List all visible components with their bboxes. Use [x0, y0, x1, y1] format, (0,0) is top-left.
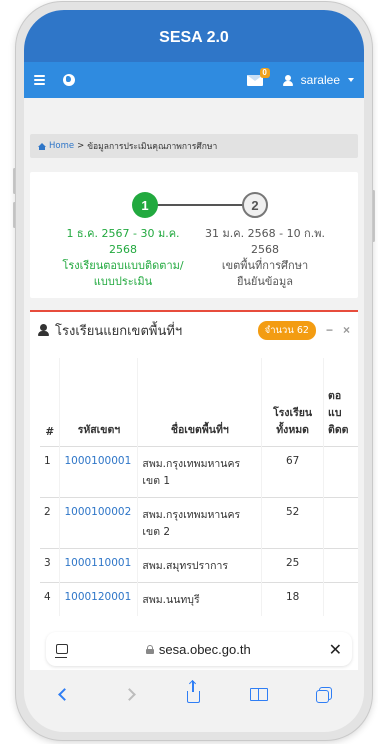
breadcrumb-current: ข้อมูลการประเมินคุณภาพการศึกษา	[87, 142, 218, 152]
step-1-date-line2: 2568	[109, 243, 137, 256]
area-code-link[interactable]: 1000120001	[59, 581, 139, 616]
tabs-icon	[316, 686, 333, 703]
area-code-link[interactable]: 1000100001	[59, 445, 139, 497]
col-header-total: โรงเรียน ทั้งหมด	[261, 358, 325, 446]
share-button[interactable]	[181, 681, 207, 707]
phone-frame: SESA 2.0 0 saralee Home > ข้อมูลการประเม…	[16, 2, 372, 740]
col-header-total-l1: โรงเรียน	[273, 406, 313, 419]
school-table: # รหัสเขตฯ ชื่อเขตพื้นที่ฯ โรงเรียน ทั้ง…	[40, 358, 358, 616]
user-menu[interactable]: saralee	[282, 73, 354, 87]
collapse-button[interactable]: −	[326, 323, 333, 337]
table-row: 2 1000100002 สพม.กรุงเทพมหานคร เขต 2 52	[40, 496, 358, 548]
chevron-down-icon	[348, 78, 354, 82]
power-button	[372, 190, 375, 242]
browser-address-bar[interactable]: sesa.obec.go.th ✕	[46, 632, 352, 666]
col-header-num: #	[40, 358, 61, 446]
globe-icon[interactable]	[63, 74, 75, 86]
tabs-button[interactable]	[311, 681, 337, 707]
col-header-answered-l3: ติดต	[328, 423, 349, 436]
menu-icon[interactable]	[34, 75, 45, 85]
step-1-desc-line1: โรงเรียนตอบแบบติดตาม/	[62, 259, 184, 272]
chevron-right-icon	[122, 687, 136, 701]
count-badge: จำนวน 62	[257, 320, 316, 340]
step-2-text: 31 ม.ค. 2568 - 10 ก.พ. 2568 เขตพื้นที่กา…	[200, 226, 330, 290]
col-header-name: ชื่อเขตพื้นที่ฯ	[137, 358, 263, 446]
breadcrumb-separator: >	[77, 141, 85, 151]
url-display[interactable]: sesa.obec.go.th	[68, 642, 329, 657]
user-icon	[282, 74, 293, 86]
row-num: 3	[40, 547, 61, 582]
col-header-answered: ตอ แบ ติดต	[323, 358, 358, 446]
browser-toolbar	[24, 674, 364, 714]
step-1-date-line1: 1 ธ.ค. 2567 - 30 ม.ค.	[66, 227, 180, 240]
breadcrumb-home-link[interactable]: Home	[38, 141, 74, 151]
step-2-circle[interactable]: 2	[242, 192, 268, 218]
app-title-bar: SESA 2.0	[24, 10, 364, 62]
page-settings-icon[interactable]	[55, 644, 68, 658]
forward-button[interactable]	[116, 681, 142, 707]
area-code-link[interactable]: 1000110001	[59, 547, 139, 582]
step-1-circle[interactable]: 1	[132, 192, 158, 218]
answered-cell	[323, 581, 358, 616]
school-total: 52	[261, 496, 325, 548]
area-name: สพม.กรุงเทพมหานคร เขต 1	[137, 445, 263, 497]
row-num: 1	[40, 445, 61, 497]
url-text: sesa.obec.go.th	[158, 641, 251, 657]
table-row: 3 1000110001 สพม.สมุทรปราการ 25	[40, 547, 358, 582]
school-by-area-card: โรงเรียนแยกเขตพื้นที่ฯ จำนวน 62 − × # รห…	[30, 310, 358, 670]
top-navbar: 0 saralee	[24, 62, 364, 98]
breadcrumb: Home > ข้อมูลการประเมินคุณภาพการศึกษา	[30, 134, 358, 158]
step-2-desc-line2: ยืนยันข้อมูล	[236, 275, 294, 288]
answered-cell	[323, 547, 358, 582]
step-2-desc-line1: เขตพื้นที่การศึกษา	[221, 259, 309, 272]
username: saralee	[300, 73, 340, 87]
card-title: โรงเรียนแยกเขตพื้นที่ฯ	[55, 323, 183, 339]
card-header: โรงเรียนแยกเขตพื้นที่ฯ จำนวน 62 − ×	[30, 312, 358, 348]
mail-icon[interactable]: 0	[246, 67, 270, 86]
chevron-left-icon	[58, 687, 71, 701]
col-header-total-l2: ทั้งหมด	[276, 423, 309, 436]
area-name-line2: เขต 1	[142, 474, 171, 487]
share-icon	[187, 681, 201, 703]
user-icon	[38, 324, 49, 336]
lock-icon	[145, 644, 154, 654]
area-name-line1: สพม.กรุงเทพมหานคร	[142, 457, 241, 470]
area-name: สพม.กรุงเทพมหานคร เขต 2	[137, 496, 263, 548]
col-header-answered-l2: แบ	[328, 406, 342, 419]
app-title: SESA 2.0	[159, 29, 229, 46]
phone-screen: SESA 2.0 0 saralee Home > ข้อมูลการประเม…	[24, 10, 364, 732]
close-icon[interactable]: ✕	[329, 640, 342, 659]
answered-cell	[323, 445, 358, 497]
row-num: 4	[40, 581, 61, 616]
school-table-container[interactable]: # รหัสเขตฯ ชื่อเขตพื้นที่ฯ โรงเรียน ทั้ง…	[40, 358, 358, 616]
step-1-desc-line2: แบบประเมิน	[93, 275, 153, 288]
mail-count-badge: 0	[259, 67, 270, 78]
step-2-date-line1: 31 ม.ค. 2568 - 10 ก.พ.	[205, 227, 325, 240]
school-total: 18	[261, 581, 325, 616]
book-icon	[249, 687, 268, 701]
progress-stepper: 1 2 1 ธ.ค. 2567 - 30 ม.ค. 2568 โรงเรียนต…	[30, 172, 358, 298]
school-total: 67	[261, 445, 325, 497]
area-name-line2: เขต 2	[142, 525, 171, 538]
stepper-connector	[145, 204, 255, 206]
home-icon	[38, 142, 46, 150]
back-button[interactable]	[51, 681, 77, 707]
step-1-text: 1 ธ.ค. 2567 - 30 ม.ค. 2568 โรงเรียนตอบแบ…	[48, 226, 198, 290]
area-code-link[interactable]: 1000100002	[59, 496, 139, 548]
area-name: สพม.สมุทรปราการ	[137, 547, 263, 582]
close-button[interactable]: ×	[343, 323, 350, 337]
col-header-answered-l1: ตอ	[328, 389, 342, 402]
table-header-row: # รหัสเขตฯ ชื่อเขตพื้นที่ฯ โรงเรียน ทั้ง…	[40, 358, 358, 446]
school-total: 25	[261, 547, 325, 582]
area-name-line1: สพม.กรุงเทพมหานคร	[142, 508, 241, 521]
answered-cell	[323, 496, 358, 548]
bookmarks-button[interactable]	[246, 681, 272, 707]
table-row: 1 1000100001 สพม.กรุงเทพมหานคร เขต 1 67	[40, 445, 358, 497]
breadcrumb-home-label: Home	[49, 141, 75, 151]
col-header-code: รหัสเขตฯ	[59, 358, 139, 446]
table-row: 4 1000120001 สพม.นนทบุรี 18	[40, 581, 358, 616]
row-num: 2	[40, 496, 61, 548]
step-2-date-line2: 2568	[251, 243, 279, 256]
area-name: สพม.นนทบุรี	[137, 581, 263, 616]
